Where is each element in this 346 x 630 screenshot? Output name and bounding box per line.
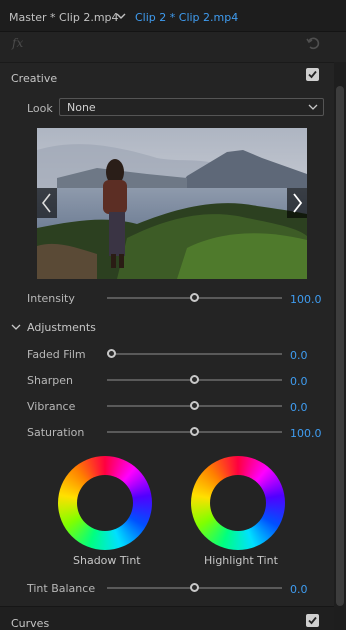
tint-balance-slider-thumb[interactable] [190,583,199,592]
saturation-slider-thumb[interactable] [190,427,199,436]
effect-controls-header: fx [0,32,346,54]
tint-balance-label: Tint Balance [27,582,96,595]
creative-enable-checkbox[interactable] [306,68,319,81]
highlight-tint-label: Highlight Tint [204,554,278,567]
chevron-right-icon [293,193,303,213]
look-prev-button[interactable] [37,188,57,218]
sharpen-value[interactable]: 0.0 [290,375,308,388]
saturation-value[interactable]: 100.0 [290,427,322,440]
adjustments-section-title[interactable]: Adjustments [27,321,96,334]
highlight-tint-wheel-center[interactable] [210,475,266,531]
tab-active-clip[interactable]: Clip 2 * Clip 2.mp4 [135,11,238,24]
look-selected-value: None [67,101,96,114]
intensity-label: Intensity [27,292,75,305]
reset-icon[interactable] [305,35,321,51]
checkbox-check-icon [308,616,317,625]
faded-film-slider-thumb[interactable] [106,349,116,358]
intensity-value[interactable]: 100.0 [290,293,322,306]
look-label: Look [27,102,53,115]
faded-film-slider-track[interactable] [107,353,282,355]
look-next-button[interactable] [287,188,307,218]
checkbox-check-icon [308,70,317,79]
sharpen-label: Sharpen [27,374,73,387]
tint-balance-value[interactable]: 0.0 [290,583,308,596]
shadow-tint-wheel-center[interactable] [77,475,133,531]
sharpen-slider-thumb[interactable] [190,375,199,384]
saturation-label: Saturation [27,426,85,439]
faded-film-label: Faded Film [27,348,86,361]
vibrance-label: Vibrance [27,400,76,413]
chevron-down-icon [308,104,318,110]
tab-master-clip[interactable]: Master * Clip 2.mp4 [9,11,119,24]
chevron-left-icon [41,193,51,213]
chevron-down-icon[interactable] [115,10,127,22]
intensity-slider-thumb[interactable] [190,293,199,302]
shadow-tint-label: Shadow Tint [73,554,141,567]
chevron-down-icon[interactable] [11,322,21,332]
source-tab-bar: Master * Clip 2.mp4 Clip 2 * Clip 2.mp4 [0,0,346,32]
curves-section-title[interactable]: Curves [11,617,49,630]
look-dropdown[interactable]: None [59,98,324,116]
creative-section-title[interactable]: Creative [11,72,57,85]
look-preview-thumbnail [37,128,307,279]
vibrance-value[interactable]: 0.0 [290,401,308,414]
vibrance-slider-thumb[interactable] [190,401,199,410]
faded-film-value[interactable]: 0.0 [290,349,308,362]
shadow-tint-wheel[interactable] [58,456,152,550]
curves-enable-checkbox[interactable] [306,614,319,627]
fx-icon[interactable]: fx [12,36,23,50]
curves-section-header[interactable] [0,606,334,630]
highlight-tint-wheel[interactable] [191,456,285,550]
scrollbar-thumb[interactable] [336,86,344,606]
